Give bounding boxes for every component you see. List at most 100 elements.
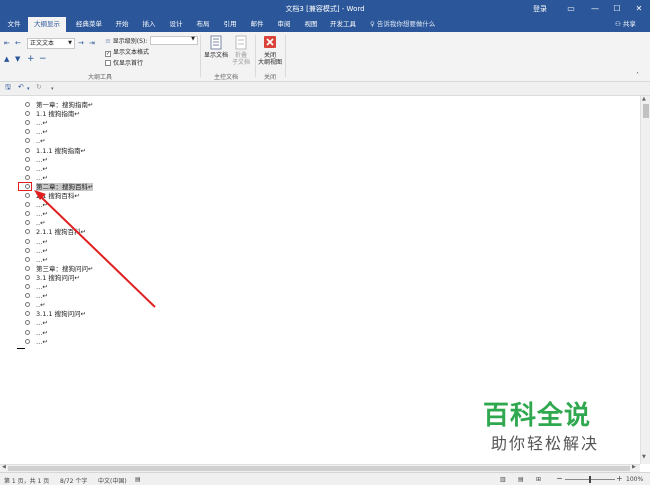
show-level-select[interactable]: ▼	[150, 36, 198, 45]
outline-item[interactable]: 第三章：搜狗问问↵	[25, 265, 93, 274]
outline-bullet-icon[interactable]	[25, 129, 30, 135]
outline-bullet-icon[interactable]	[25, 338, 30, 344]
expand-icon[interactable]: +	[27, 54, 35, 64]
maximize-button[interactable]: ☐	[606, 0, 628, 17]
undo-icon[interactable]: ↶	[18, 83, 24, 91]
word-count[interactable]: 8/72 个字	[60, 476, 87, 485]
outline-bullet-icon[interactable]	[25, 284, 30, 289]
scroll-left-icon[interactable]: ◀	[2, 464, 6, 470]
outline-item[interactable]: …↵	[25, 247, 48, 256]
read-mode-icon[interactable]: ▥	[500, 476, 506, 483]
tab-developer[interactable]: 开发工具	[326, 17, 360, 32]
outline-bullet-icon[interactable]	[25, 174, 30, 180]
outline-bullet-icon[interactable]	[25, 202, 30, 208]
outline-item[interactable]: 2.1 搜狗百科↵	[25, 192, 80, 201]
outline-bullet-icon[interactable]	[25, 120, 30, 126]
tab-view[interactable]: 视图	[299, 17, 323, 32]
save-icon[interactable]: 🖫	[5, 83, 11, 94]
zoom-level[interactable]: 100%	[626, 476, 643, 483]
outline-bullet-icon[interactable]	[25, 265, 30, 271]
outline-bullet-icon[interactable]	[25, 274, 30, 280]
outline-item[interactable]: …↵	[25, 292, 48, 301]
show-document-button[interactable]: 显示文档	[203, 35, 229, 59]
scroll-thumb[interactable]	[643, 104, 649, 118]
move-up-icon[interactable]: ▲	[4, 55, 9, 63]
outline-item[interactable]: ..↵	[25, 219, 46, 228]
outline-item[interactable]: …↵	[25, 156, 48, 165]
outline-item[interactable]: …↵	[25, 119, 48, 128]
page-count[interactable]: 第 1 页，共 1 页	[4, 476, 49, 485]
proofing-icon[interactable]: ▤	[135, 476, 141, 483]
outline-item[interactable]: …↵	[25, 256, 48, 265]
ribbon-display-options-icon[interactable]: ▭	[560, 0, 582, 17]
outline-level-select[interactable]: 正文文本 ▼	[27, 38, 75, 49]
outline-item[interactable]: …↵	[25, 338, 48, 347]
outline-bullet-icon[interactable]	[25, 111, 30, 117]
outline-item[interactable]: 1.1.1 搜狗指南↵	[25, 147, 86, 156]
tab-outline[interactable]: 大纲显示	[28, 17, 66, 32]
tab-design[interactable]: 设计	[164, 17, 188, 32]
move-down-icon[interactable]: ▼	[15, 55, 20, 63]
vertical-scrollbar[interactable]: ▲ ▼	[640, 96, 650, 464]
login-link[interactable]: 登录	[533, 4, 547, 14]
outline-bullet-icon[interactable]	[25, 156, 30, 162]
outline-bullet-icon[interactable]	[25, 211, 30, 217]
outline-bullet-icon[interactable]	[25, 311, 30, 317]
outline-item[interactable]: …↵	[25, 329, 48, 338]
outline-item[interactable]: 3.1 搜狗问问↵	[25, 274, 80, 283]
outline-bullet-icon[interactable]	[25, 293, 30, 299]
outline-item[interactable]: 3.1.1 搜狗问问↵	[25, 310, 86, 319]
zoom-in-button[interactable]: +	[616, 474, 623, 483]
show-first-line-checkbox[interactable]: 仅显示首行	[105, 58, 143, 67]
tab-review[interactable]: 审阅	[272, 17, 296, 32]
outline-item[interactable]: …↵	[25, 238, 48, 247]
demote-to-body-icon[interactable]: ⇥	[89, 39, 95, 47]
promote-to-heading1-icon[interactable]: ⇤	[4, 39, 10, 47]
outline-bullet-icon[interactable]	[25, 165, 30, 171]
tab-home[interactable]: 开始	[110, 17, 134, 32]
outline-item[interactable]: ..↵	[25, 137, 46, 146]
outline-item[interactable]: …↵	[25, 210, 48, 219]
tab-layout[interactable]: 布局	[191, 17, 215, 32]
outline-item[interactable]: …↵	[25, 165, 48, 174]
outline-item[interactable]: …↵	[25, 283, 48, 292]
close-window-button[interactable]: ✕	[628, 0, 650, 17]
language-indicator[interactable]: 中文(中国)	[98, 476, 127, 485]
tab-insert[interactable]: 插入	[137, 17, 161, 32]
web-layout-icon[interactable]: ⊞	[536, 476, 541, 483]
outline-item[interactable]: 2.1.1 搜狗百科↵	[25, 228, 86, 237]
outline-bullet-icon[interactable]	[25, 329, 30, 335]
outline-item[interactable]: …↵	[25, 319, 48, 328]
outline-bullet-icon[interactable]	[25, 229, 30, 235]
outline-bullet-icon[interactable]	[25, 238, 30, 244]
customize-qat-icon[interactable]: ▾	[51, 86, 54, 92]
zoom-slider-handle[interactable]	[589, 476, 591, 483]
minimize-button[interactable]: —	[584, 0, 606, 17]
tab-file[interactable]: 文件	[2, 17, 26, 32]
print-layout-icon[interactable]: ▤	[518, 476, 524, 483]
outline-bullet-icon[interactable]	[25, 147, 30, 153]
tab-references[interactable]: 引用	[218, 17, 242, 32]
collapse-icon[interactable]: −	[39, 54, 47, 64]
outline-item[interactable]: …↵	[25, 128, 48, 137]
redo-icon[interactable]: ↻	[36, 83, 42, 91]
outline-bullet-icon[interactable]	[25, 302, 30, 308]
scroll-up-icon[interactable]: ▲	[642, 96, 646, 102]
hscroll-thumb[interactable]	[8, 466, 630, 471]
outline-item[interactable]: ..↵	[25, 301, 46, 310]
outline-bullet-icon[interactable]	[25, 138, 30, 144]
outline-bullet-icon[interactable]	[25, 102, 30, 107]
show-text-format-checkbox[interactable]: ✓ 显示文本格式	[105, 47, 149, 57]
outline-bullet-icon[interactable]	[25, 193, 30, 198]
outline-bullet-icon[interactable]	[25, 256, 30, 262]
outline-bullet-icon[interactable]	[25, 220, 30, 226]
share-button[interactable]: ⚇ 共享	[612, 19, 639, 30]
tell-me-search[interactable]: ♀ 告诉我你想要做什么	[370, 17, 435, 32]
promote-icon[interactable]: ←	[15, 39, 21, 47]
outline-item[interactable]: 第二章：搜狗百科↵	[25, 182, 94, 192]
chevron-down-icon[interactable]: ▾	[27, 86, 30, 92]
outline-bullet-icon[interactable]	[25, 320, 30, 326]
outline-bullet-icon[interactable]	[25, 247, 30, 253]
close-outline-view-button[interactable]: 关闭 大纲视图	[257, 35, 283, 66]
scroll-down-icon[interactable]: ▼	[642, 454, 646, 460]
